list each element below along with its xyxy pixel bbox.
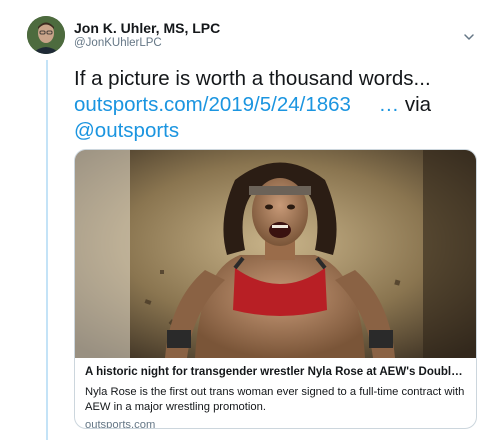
tweet-link-ellipsis[interactable]: … (379, 93, 400, 116)
card-description: Nyla Rose is the first out trans woman e… (85, 386, 465, 413)
card-image (75, 150, 476, 358)
mention-link[interactable]: @outsports (74, 119, 179, 142)
author-name[interactable]: Jon K. Uhler, MS, LPC (74, 20, 220, 36)
via-word: via (404, 93, 432, 116)
chevron-down-icon[interactable] (462, 30, 476, 44)
link-preview-card[interactable]: A historic night for transgender wrestle… (74, 149, 477, 429)
author-avatar[interactable] (27, 16, 65, 54)
author-handle[interactable]: @JonKUhlerLPC (74, 37, 162, 49)
tweet-text-prefix: If a picture is worth a thousand words..… (74, 67, 431, 90)
card-domain: outsports.com (85, 419, 156, 429)
wrestler-photo (75, 150, 476, 358)
avatar-photo (27, 16, 65, 54)
tweet-link[interactable]: outsports.com/2019/5/24/1863 (74, 93, 351, 116)
thread-connector-line (46, 60, 48, 440)
tweet-text: If a picture is worth a thousand words..… (74, 66, 484, 144)
card-title: A historic night for transgender wrestle… (85, 366, 466, 378)
